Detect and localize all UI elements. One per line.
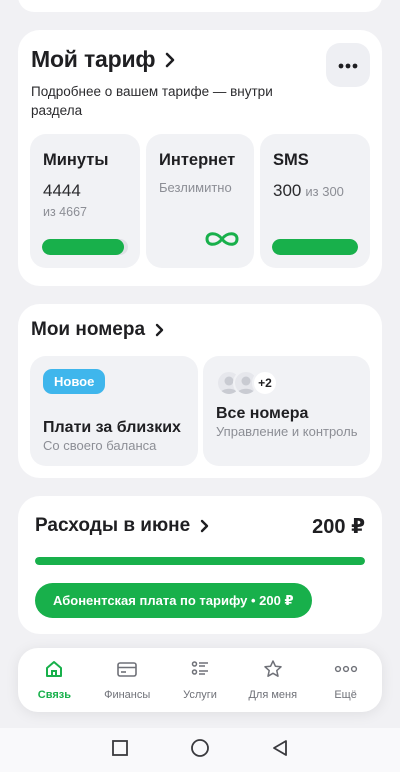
minutes-remaining: 4444 bbox=[43, 181, 81, 200]
sms-progress-fill bbox=[272, 239, 358, 255]
bottom-nav: Связь Финансы Услуги Для меня Ещё bbox=[18, 648, 382, 712]
sms-progress-bar bbox=[272, 239, 358, 255]
new-badge: Новое bbox=[43, 369, 106, 394]
tariff-menu-button[interactable] bbox=[326, 43, 370, 87]
star-icon bbox=[263, 659, 283, 684]
pay-for-family-title: Плати за близких bbox=[43, 419, 181, 436]
expenses-title: Расходы в июне bbox=[35, 515, 191, 536]
internet-note: Безлимитно bbox=[159, 180, 232, 195]
nav-label: Финансы bbox=[104, 689, 151, 701]
recents-icon[interactable] bbox=[111, 739, 129, 762]
tariff-card[interactable]: Мой тариф Подробнее о вашем тарифе — вну… bbox=[18, 30, 382, 286]
expenses-amount: 200 ₽ bbox=[312, 516, 365, 538]
sms-tile[interactable]: SMS 300 из 300 bbox=[260, 134, 370, 268]
my-numbers-header-link[interactable]: Мои номера bbox=[31, 319, 164, 341]
expenses-card: Расходы в июне 200 ₽ Абонентская плата п… bbox=[18, 496, 382, 634]
back-icon[interactable] bbox=[271, 739, 289, 762]
all-numbers-tile[interactable]: +2 Все номера Управление и контроль bbox=[203, 356, 370, 466]
minutes-tile[interactable]: Минуты 4444 из 4667 bbox=[30, 134, 140, 268]
pay-for-family-tile[interactable]: Новое Плати за близких Со своего баланса bbox=[30, 356, 198, 466]
tariff-subtitle: Подробнее о вашем тарифе — внутри раздел… bbox=[31, 84, 273, 118]
expenses-header-link[interactable]: Расходы в июне bbox=[35, 515, 209, 537]
card-icon bbox=[116, 659, 138, 684]
chevron-right-icon bbox=[155, 323, 164, 337]
nav-label: Связь bbox=[37, 689, 71, 701]
sms-label: SMS bbox=[273, 151, 309, 169]
previous-card bbox=[18, 0, 382, 12]
expenses-bar-fill bbox=[35, 557, 365, 565]
all-numbers-title: Все номера bbox=[216, 405, 309, 422]
tariff-header-link[interactable]: Мой тариф bbox=[31, 46, 175, 73]
chevron-right-icon bbox=[165, 52, 175, 68]
pay-for-family-subtitle: Со своего баланса bbox=[43, 438, 157, 453]
my-numbers-card: Мои номера Новое Плати за близких Со сво… bbox=[18, 304, 382, 478]
nav-item-svyaz[interactable]: Связь bbox=[19, 659, 89, 701]
nav-item-for-me[interactable]: Для меня bbox=[238, 659, 308, 701]
sms-total: из 300 bbox=[305, 184, 344, 199]
home-circle-icon[interactable] bbox=[190, 738, 210, 763]
tariff-title: Мой тариф bbox=[31, 46, 156, 72]
nav-item-finance[interactable]: Финансы bbox=[92, 659, 162, 701]
nav-item-services[interactable]: Услуги bbox=[165, 659, 235, 701]
my-numbers-title: Мои номера bbox=[31, 319, 146, 340]
sms-remaining: 300 bbox=[273, 181, 302, 200]
home-icon bbox=[44, 659, 64, 684]
more-dots-icon bbox=[338, 56, 358, 74]
minutes-label: Минуты bbox=[43, 151, 109, 169]
minutes-progress-fill bbox=[42, 239, 124, 255]
subscription-fee-button[interactable]: Абонентская плата по тарифу • 200 ₽ bbox=[35, 583, 312, 618]
minutes-total: из 4667 bbox=[43, 205, 87, 219]
system-nav-bar bbox=[0, 728, 400, 772]
sms-value-row: 300 из 300 bbox=[273, 181, 344, 201]
avatar-group: +2 bbox=[216, 370, 278, 396]
nav-label: Ещё bbox=[334, 689, 357, 701]
nav-item-more[interactable]: Ещё bbox=[311, 659, 381, 701]
expenses-bar bbox=[35, 557, 365, 565]
extra-numbers-count: +2 bbox=[252, 370, 278, 396]
more-dots-icon bbox=[334, 659, 358, 684]
internet-label: Интернет bbox=[159, 151, 236, 169]
minutes-progress-bar bbox=[42, 239, 128, 255]
infinity-icon bbox=[202, 229, 242, 254]
chevron-right-icon bbox=[200, 519, 209, 533]
all-numbers-subtitle: Управление и контроль bbox=[216, 424, 358, 439]
services-icon bbox=[190, 659, 210, 684]
nav-label: Услуги bbox=[183, 689, 217, 701]
internet-tile[interactable]: Интернет Безлимитно bbox=[146, 134, 254, 268]
nav-label: Для меня bbox=[248, 689, 298, 701]
